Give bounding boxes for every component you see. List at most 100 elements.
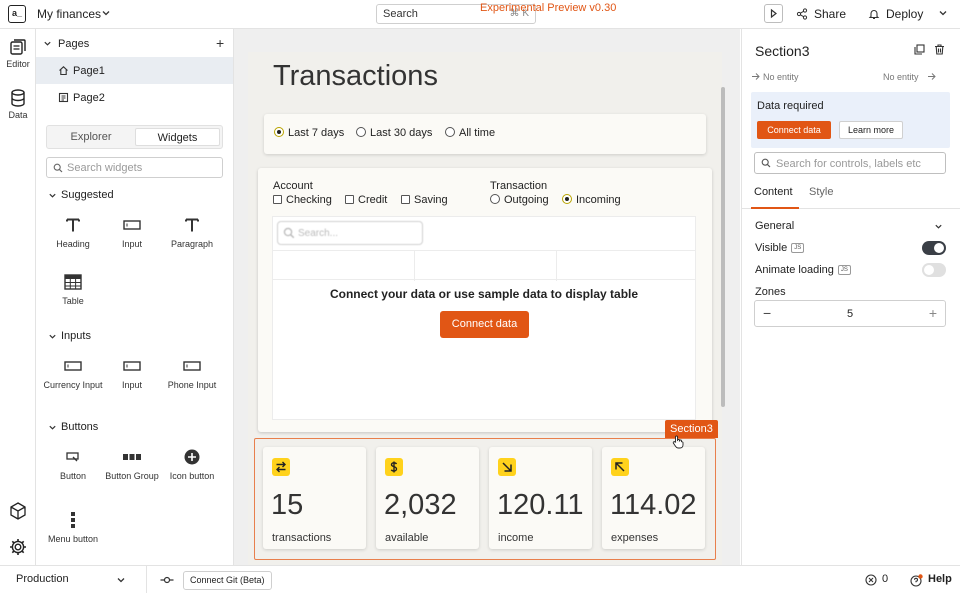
page-item-label: Page1 <box>73 65 105 77</box>
widget-label: Paragraph <box>170 239 214 249</box>
arrow-right-icon <box>752 73 760 80</box>
tab-explorer[interactable]: Explorer <box>49 128 133 146</box>
buttons-chevron-icon[interactable] <box>48 423 57 432</box>
share-icon <box>796 8 808 20</box>
widget-search-input[interactable]: Search widgets <box>46 157 223 178</box>
inputs-chevron-icon[interactable] <box>48 332 57 341</box>
add-page-button[interactable]: + <box>216 35 224 51</box>
transactions-table-card: Account Checking Credit Saving Transacti… <box>258 168 712 432</box>
widget-input[interactable]: Input <box>102 212 162 251</box>
widget-heading[interactable]: Heading <box>43 212 103 251</box>
app-name-dropdown[interactable]: My finances <box>37 7 101 21</box>
play-icon <box>770 8 777 19</box>
stat-value: 114.02 <box>610 489 697 521</box>
learn-more-button[interactable]: Learn more <box>839 121 903 139</box>
widget-menu-button[interactable]: Menu button <box>43 507 103 546</box>
checkbox-credit[interactable]: Credit <box>345 194 387 206</box>
error-x-icon[interactable] <box>865 574 877 586</box>
top-bar: a_ My finances Search ⌘ K Experimental P… <box>0 0 960 29</box>
entity-left[interactable]: No entity <box>752 72 799 82</box>
connect-git-button[interactable]: Connect Git (Beta) <box>183 571 272 590</box>
radio-selected-indicator <box>562 194 572 204</box>
chevron-down-icon[interactable] <box>934 222 943 231</box>
environment-dropdown[interactable]: Production <box>16 573 69 585</box>
search-icon <box>761 158 771 168</box>
checkbox-checking[interactable]: Checking <box>273 194 332 206</box>
help-button[interactable]: Help <box>928 573 952 585</box>
currency-input-icon <box>43 353 103 379</box>
button-icon <box>43 444 103 470</box>
tab-content[interactable]: Content <box>754 186 793 198</box>
input-icon <box>102 212 162 238</box>
canvas-scrollbar[interactable] <box>721 87 725 407</box>
explorer-widgets-switch: Explorer Widgets <box>46 125 223 149</box>
bell-icon <box>868 10 880 20</box>
table-search-input[interactable]: Search... <box>277 221 423 245</box>
divider <box>146 566 147 593</box>
tab-style[interactable]: Style <box>809 186 833 198</box>
stat-card-transactions: 15 transactions <box>263 447 366 549</box>
chevron-down-icon[interactable] <box>116 575 126 585</box>
entity-right[interactable]: No entity <box>883 72 936 82</box>
preview-play-button[interactable] <box>764 4 783 23</box>
stat-card-available: 2,032 available <box>376 447 479 549</box>
js-toggle-badge[interactable]: JS <box>837 265 851 275</box>
widget-paragraph[interactable]: Paragraph <box>162 212 222 251</box>
rail-editor[interactable]: Editor <box>0 37 36 69</box>
radio-label: Last 30 days <box>370 127 433 139</box>
widget-currency-input[interactable]: Currency Input <box>43 353 103 392</box>
animate-loading-toggle[interactable] <box>922 263 946 277</box>
checkbox-saving[interactable]: Saving <box>401 194 448 206</box>
page-item-page2[interactable]: Page2 <box>36 84 233 111</box>
help-icon[interactable] <box>910 574 923 587</box>
app-logo[interactable]: a_ <box>8 5 26 23</box>
page-item-page1[interactable]: Page1 <box>36 57 233 84</box>
zones-increment-button[interactable]: + <box>929 305 937 321</box>
widget-button-group[interactable]: Button Group <box>102 444 162 483</box>
table-connect-data-button[interactable]: Connect data <box>440 311 529 338</box>
property-search-placeholder: Search for controls, labels etc <box>776 158 921 170</box>
radio-last-7-days[interactable]: Last 7 days <box>274 127 344 139</box>
transactions-table: Search... Connect your data or use sampl… <box>272 216 696 420</box>
radio-all-time[interactable]: All time <box>445 127 495 139</box>
preview-version-label: Experimental Preview v0.30 <box>480 2 617 14</box>
menu-button-icon <box>43 507 103 533</box>
settings-gear-icon[interactable] <box>0 537 36 559</box>
radio-outgoing[interactable]: Outgoing <box>490 194 549 206</box>
copy-icon[interactable] <box>914 44 925 55</box>
page-icon <box>58 92 69 103</box>
chevron-down-icon[interactable] <box>101 8 111 18</box>
entity-right-label: No entity <box>883 72 919 82</box>
radio-last-30-days[interactable]: Last 30 days <box>356 127 432 139</box>
pages-collapse-chevron-icon[interactable] <box>43 39 52 48</box>
widget-table[interactable]: Table <box>43 269 103 308</box>
radio-indicator <box>490 194 500 204</box>
connect-data-button[interactable]: Connect data <box>757 121 831 139</box>
page-title-heading[interactable]: Transactions <box>273 60 438 93</box>
trash-icon[interactable] <box>934 44 945 55</box>
general-section-heading[interactable]: General <box>755 220 794 232</box>
radio-label: Last 7 days <box>288 127 345 139</box>
widget-icon-button[interactable]: Icon button <box>162 444 222 483</box>
radio-incoming[interactable]: Incoming <box>562 194 621 206</box>
widget-button[interactable]: Button <box>43 444 103 483</box>
zones-stepper: − 5 + <box>754 300 946 327</box>
packages-icon[interactable] <box>0 501 36 523</box>
selected-widget-name[interactable]: Section3 <box>755 43 809 59</box>
suggested-chevron-icon[interactable] <box>48 191 57 200</box>
deploy-chevron-down-icon[interactable] <box>938 8 948 18</box>
property-search-input[interactable]: Search for controls, labels etc <box>754 152 946 174</box>
visible-toggle[interactable] <box>922 241 946 255</box>
widget-phone-input[interactable]: Phone Input <box>162 353 222 392</box>
widget-input[interactable]: Input <box>102 353 162 392</box>
visible-label: Visible <box>755 242 788 254</box>
zones-value-input[interactable]: 5 <box>755 308 945 320</box>
radio-selected-indicator <box>274 127 284 137</box>
checkbox-label: Credit <box>358 194 388 206</box>
js-toggle-badge[interactable]: JS <box>791 243 805 253</box>
checkbox-box <box>345 195 354 204</box>
tab-widgets[interactable]: Widgets <box>135 128 220 146</box>
rail-data[interactable]: Data <box>0 88 36 120</box>
section3-stats-section[interactable]: 15 transactions 2,032 available 120.11 i… <box>254 438 716 560</box>
widget-label: Input <box>121 239 143 249</box>
